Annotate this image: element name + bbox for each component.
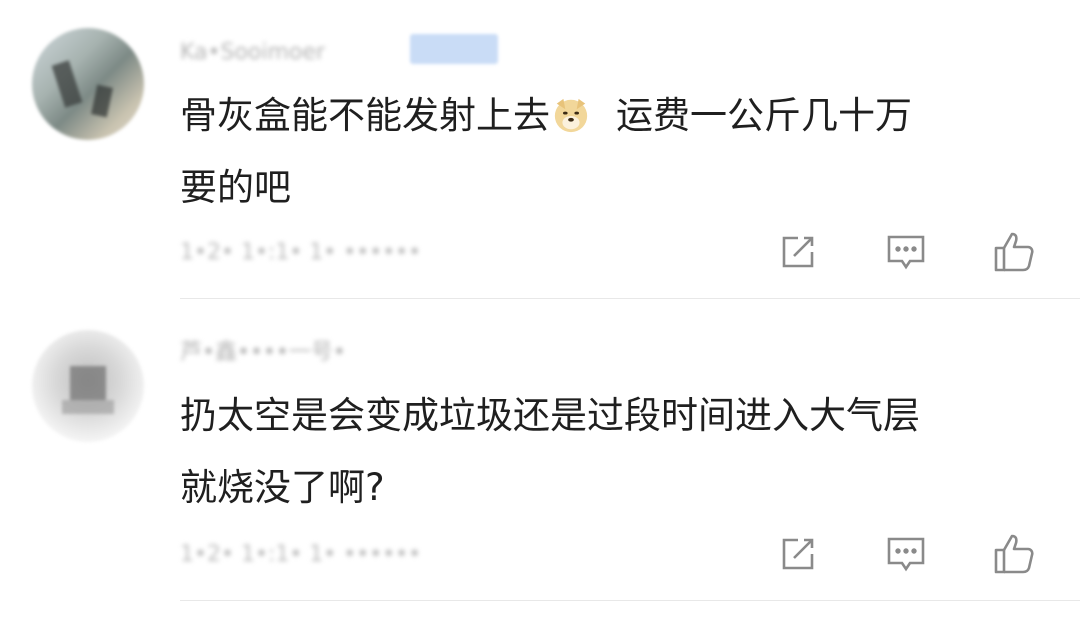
comment-text-line1: 扔太空是会变成垃圾还是过段时间进入大气层 — [180, 394, 920, 437]
avatar[interactable] — [32, 28, 144, 140]
user-badge — [410, 34, 498, 64]
divider — [180, 600, 1080, 601]
comment-text: 扔太空是会变成垃圾还是过段时间进入大气层 就烧没了啊? — [180, 380, 1040, 524]
divider — [180, 298, 1080, 299]
comment-text-line1: 骨灰盒能不能发射上去 — [180, 94, 550, 137]
reply-icon — [887, 537, 925, 572]
comment-text-line2: 要的吧 — [180, 166, 291, 209]
share-icon — [782, 236, 814, 268]
doge-emoji — [554, 98, 588, 133]
share-button[interactable] — [776, 532, 820, 576]
share-button[interactable] — [776, 230, 820, 274]
like-icon — [994, 232, 1034, 272]
like-button[interactable] — [992, 230, 1036, 274]
reply-icon — [887, 235, 925, 270]
username[interactable]: 芦•鑫••••一号• — [180, 338, 420, 368]
comment-text-line1-tail: 运费一公斤几十万 — [616, 94, 912, 137]
share-icon — [782, 538, 814, 570]
comment-meta: 1•2• 1•:1• 1• •••••• — [180, 240, 422, 265]
username[interactable]: Ka•Sooimoer — [180, 38, 400, 68]
comment-text: 骨灰盒能不能发射上去 运费一公斤几十万 要的吧 — [180, 80, 1040, 224]
reply-button[interactable] — [884, 532, 928, 576]
avatar[interactable] — [32, 330, 144, 442]
comment-meta: 1•2• 1•:1• 1• •••••• — [180, 542, 422, 567]
reply-button[interactable] — [884, 230, 928, 274]
like-button[interactable] — [992, 532, 1036, 576]
like-icon — [994, 534, 1034, 574]
comment-text-line2: 就烧没了啊? — [180, 466, 385, 509]
